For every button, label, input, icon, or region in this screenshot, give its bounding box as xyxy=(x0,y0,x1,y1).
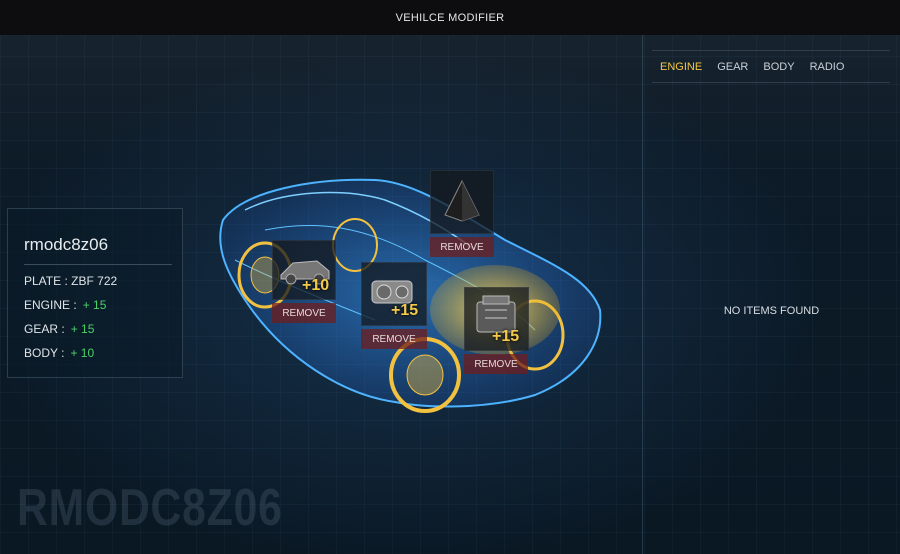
remove-engine-button[interactable]: REMOVE xyxy=(464,354,528,374)
gear-bonus-label: +15 xyxy=(391,302,419,319)
window-title: VEHILCE MODIFIER xyxy=(395,11,505,24)
remove-gear-button[interactable]: REMOVE xyxy=(361,329,427,349)
plate-label: PLATE : xyxy=(24,274,72,288)
body-stat-row: BODY : + 10 xyxy=(24,346,94,360)
remove-body-button[interactable]: REMOVE xyxy=(272,303,336,323)
engine-stat-row: ENGINE : + 15 xyxy=(24,298,106,312)
plate-value: ZBF 722 xyxy=(71,274,118,288)
vehicle-info-panel: rmodc8z06 PLATE : ZBF 722 ENGINE : + 15 G… xyxy=(7,208,183,378)
vehicle-watermark: RMODC8Z06 xyxy=(17,479,283,537)
engine-bonus-label: +15 xyxy=(492,328,520,345)
speaker-icon xyxy=(444,179,480,222)
panel-divider xyxy=(642,35,643,554)
category-tabs: ENGINE GEAR BODY RADIO xyxy=(652,50,890,83)
tab-gear[interactable]: GEAR xyxy=(717,61,748,73)
engine-stat-value: + 15 xyxy=(82,298,107,312)
title-bar: VEHILCE MODIFIER xyxy=(0,0,900,35)
vehicle-name: rmodc8z06 xyxy=(24,235,109,254)
info-divider xyxy=(24,264,172,265)
tab-engine[interactable]: ENGINE xyxy=(660,61,702,73)
empty-inventory-message: NO ITEMS FOUND xyxy=(723,305,820,317)
tab-radio[interactable]: RADIO xyxy=(810,61,845,73)
remove-radio-button[interactable]: REMOVE xyxy=(430,237,494,257)
plate-row: PLATE : ZBF 722 xyxy=(24,274,117,288)
body-stat-label: BODY : xyxy=(24,346,65,360)
tab-body[interactable]: BODY xyxy=(763,61,794,73)
gear-stat-row: GEAR : + 15 xyxy=(24,322,94,336)
gear-stat-label: GEAR : xyxy=(24,322,65,336)
body-stat-value: + 10 xyxy=(70,346,95,360)
engine-stat-label: ENGINE : xyxy=(24,298,77,312)
gear-stat-value: + 15 xyxy=(70,322,95,336)
radio-item-thumbnail xyxy=(430,170,494,234)
body-bonus-label: +10 xyxy=(302,277,330,294)
